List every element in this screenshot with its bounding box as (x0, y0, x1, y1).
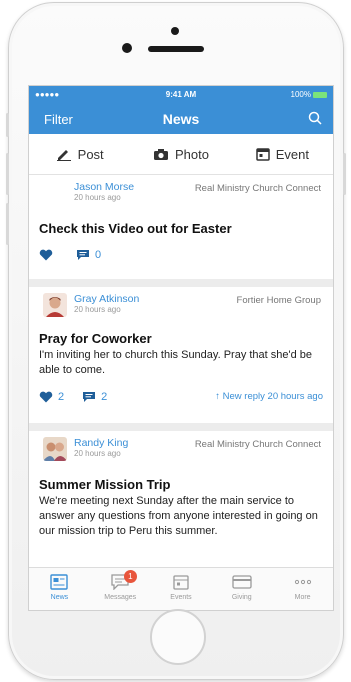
power-button (343, 153, 346, 195)
more-icon (294, 579, 311, 585)
post-header: Jason Morse 20 hours ago Real Ministry C… (39, 175, 323, 211)
status-time: 9:41 AM (165, 90, 197, 99)
tab-more[interactable]: More (272, 568, 333, 610)
tab-label: Events (170, 594, 192, 601)
comment-count: 0 (95, 249, 102, 261)
post-author[interactable]: Jason Morse (74, 181, 134, 193)
post-title: Summer Mission Trip (39, 477, 171, 492)
search-icon[interactable] (308, 111, 322, 130)
tab-label: Giving (231, 594, 252, 601)
post-body: I'm inviting her to church this Sunday. … (39, 349, 313, 376)
heart-icon (39, 249, 53, 261)
calendar-icon (255, 148, 270, 161)
post-title: Pray for Coworker (39, 331, 152, 346)
event-label: Event (275, 146, 309, 162)
post-card[interactable]: Jason Morse 20 hours ago Real Ministry C… (29, 175, 333, 279)
comment-count: 2 (101, 391, 108, 403)
post-stats: 2 2 ↑ New reply 20 hours ago (39, 384, 323, 410)
post-button[interactable]: Post (29, 134, 130, 174)
volume-down-button (6, 203, 9, 245)
like-button[interactable]: 2 (39, 391, 64, 403)
post-author[interactable]: Gray Atkinson (74, 293, 139, 305)
proximity-sensor (171, 27, 179, 35)
mute-switch (6, 113, 9, 137)
post-actions: Post Photo Event (29, 134, 333, 175)
avatar[interactable] (43, 293, 67, 317)
events-icon (173, 575, 189, 590)
post-header: Randy King 20 hours ago Real Ministry Ch… (39, 431, 323, 467)
giving-icon (232, 575, 252, 589)
post-stats: 0 (39, 242, 323, 268)
post-author[interactable]: Randy King (74, 437, 128, 449)
like-button[interactable] (39, 249, 58, 261)
status-bar: ●●●●● 9:41 AM 100% (29, 86, 333, 104)
post-time: 20 hours ago (74, 449, 121, 458)
post-group[interactable]: Real Ministry Church Connect (195, 439, 321, 450)
post-group[interactable]: Fortier Home Group (237, 295, 321, 306)
tab-events[interactable]: Events (151, 568, 212, 610)
news-icon (50, 574, 69, 590)
event-button[interactable]: Event (232, 134, 333, 174)
post-card[interactable]: Randy King 20 hours ago Real Ministry Ch… (29, 431, 333, 581)
volume-up-button (6, 153, 9, 195)
heart-icon (39, 391, 53, 403)
news-feed: Jason Morse 20 hours ago Real Ministry C… (29, 175, 333, 581)
post-label: Post (77, 146, 104, 162)
battery-icon (313, 92, 327, 98)
home-button[interactable] (150, 609, 206, 665)
comment-icon (83, 392, 96, 402)
post-time: 20 hours ago (74, 193, 121, 202)
tab-label: More (294, 594, 311, 601)
nav-bar: Filter News (29, 104, 333, 134)
post-time: 20 hours ago (74, 305, 121, 314)
comment-button[interactable]: 0 (76, 249, 101, 261)
tab-bar: News 1 Messages Events Giving More (29, 567, 333, 610)
earpiece-speaker (148, 46, 204, 52)
post-group[interactable]: Real Ministry Church Connect (195, 183, 321, 194)
post-body: We're meeting next Sunday after the main… (39, 495, 318, 537)
post-title: Check this Video out for Easter (39, 221, 232, 236)
new-reply-label: New reply 20 hours ago (222, 391, 323, 402)
battery-level: 100% (290, 90, 311, 99)
arrow-up-icon: ↑ (215, 391, 223, 402)
like-count: 2 (58, 391, 65, 403)
tab-giving[interactable]: Giving (211, 568, 272, 610)
new-reply-link[interactable]: ↑ New reply 20 hours ago (215, 391, 323, 402)
avatar[interactable] (43, 437, 67, 461)
comment-button[interactable]: 2 (82, 391, 107, 403)
post-card[interactable]: Gray Atkinson 20 hours ago Fortier Home … (29, 287, 333, 423)
page-title: News (162, 111, 200, 127)
camera-icon (154, 148, 168, 160)
tab-messages[interactable]: 1 Messages (90, 568, 151, 610)
photo-label: Photo (175, 146, 209, 162)
comment-icon (77, 250, 89, 260)
tab-label: News (50, 594, 69, 601)
photo-button[interactable]: Photo (130, 134, 231, 174)
tab-news[interactable]: News (29, 568, 90, 610)
post-header: Gray Atkinson 20 hours ago Fortier Home … (39, 287, 323, 323)
front-camera (122, 43, 132, 53)
messages-badge: 1 (123, 570, 137, 583)
app-screen: ●●●●● 9:41 AM 100% Filter News Post Phot… (28, 85, 334, 611)
pencil-icon (56, 150, 71, 161)
tab-label: Messages (104, 594, 137, 601)
